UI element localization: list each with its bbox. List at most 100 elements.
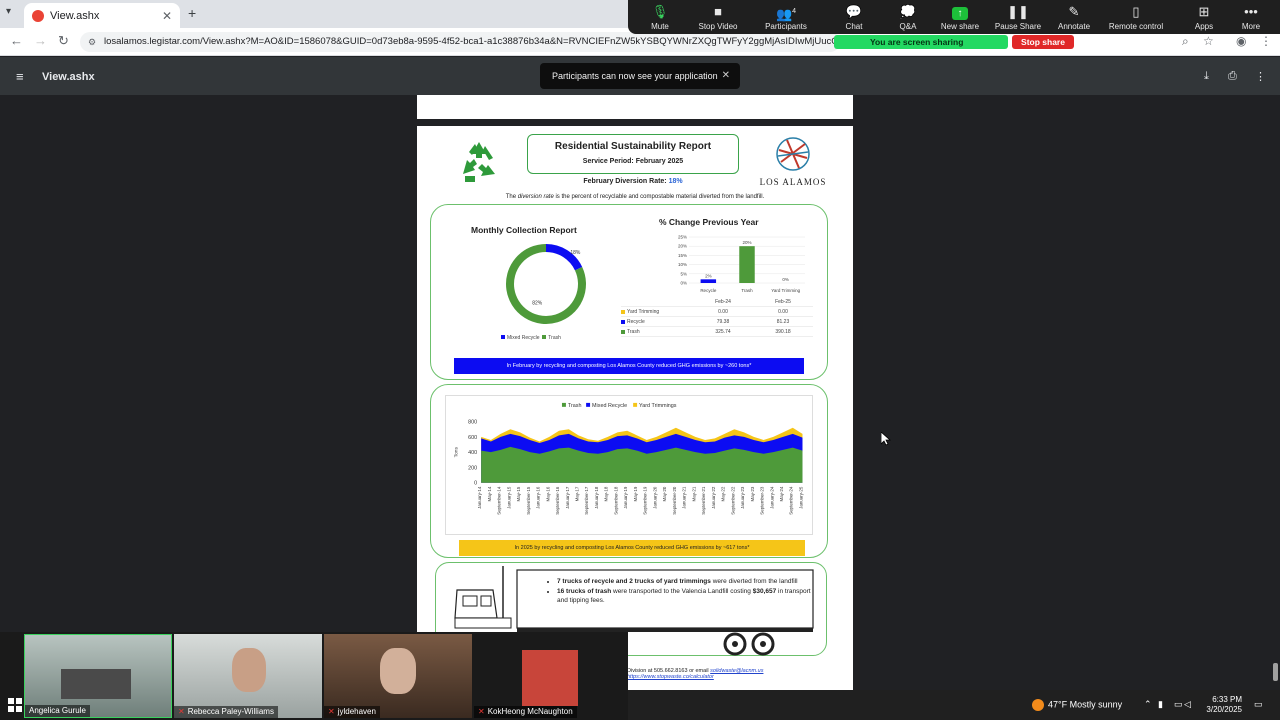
- x-tick-label: May-24: [779, 486, 784, 501]
- ghg-2025-banner: In 2025 by recycling and composting Los …: [459, 540, 805, 556]
- x-tick-label: May-15: [516, 486, 521, 501]
- scrollbar-thumb[interactable]: [1273, 663, 1278, 681]
- mouse-cursor-icon: [881, 432, 891, 446]
- pdf-more-icon[interactable]: ⋮: [1255, 70, 1266, 83]
- video-tile[interactable]: ✕ jyldehaven: [324, 634, 472, 718]
- forward-icon[interactable]: →: [34, 33, 47, 48]
- x-tick-label: May-18: [604, 486, 609, 501]
- table-header-row: Feb-24 Feb-25: [621, 297, 813, 307]
- browser-menu-icon[interactable]: ⋮: [1260, 34, 1272, 48]
- windows-taskbar: 47°F Mostly sunny ⌃ ▮ ▭ ◁ 6:33 PM 3/20/20…: [628, 690, 1280, 720]
- tab-search-icon[interactable]: ▾: [6, 6, 11, 17]
- y-tick-label: 200: [468, 465, 477, 471]
- stop-share-button[interactable]: Stop share: [1012, 35, 1074, 49]
- video-tile[interactable]: ✕ KokHeong McNaughton: [474, 634, 622, 718]
- mute-button[interactable]: 🎙 Mute: [628, 2, 692, 31]
- zoom-page-icon[interactable]: ⌕: [1182, 34, 1189, 49]
- diversion-rate-label: February Diversion Rate:: [583, 178, 667, 185]
- list-item: 16 trucks of trash were transported to t…: [557, 588, 813, 605]
- x-tick-label: September-19: [643, 486, 648, 515]
- participants-count: 4: [792, 8, 797, 15]
- x-tick-label: May-16: [545, 486, 550, 501]
- y-tick-label: 15%: [678, 253, 687, 258]
- y-tick-label: 600: [468, 435, 477, 441]
- video-tile[interactable]: Angelica Gurule: [24, 634, 172, 718]
- participants-button[interactable]: 👥4 Participants: [754, 2, 818, 31]
- url-text: losalamos.legistar.com/View.ashx?M=AO&ID…: [104, 36, 840, 47]
- legend-swatch: [586, 402, 591, 407]
- new-tab-icon[interactable]: +: [188, 5, 196, 21]
- los-alamos-emblem-icon: [776, 137, 810, 171]
- pdf-scrollbar[interactable]: [1270, 95, 1280, 690]
- x-tick-label: September-22: [730, 486, 735, 515]
- email-link[interactable]: solidwaste@lacnm.us: [710, 668, 763, 674]
- stop-video-button[interactable]: ■ Stop Video: [686, 2, 750, 31]
- bookmark-star-icon[interactable]: ☆: [1203, 34, 1214, 48]
- screen-sharing-indicator[interactable]: You are screen sharing: [834, 35, 1008, 49]
- reload-icon[interactable]: ↻: [58, 33, 69, 49]
- muted-mic-icon: ✕: [478, 707, 485, 716]
- zoom-video-gallery: Angelica Gurule ✕ Rebecca Paley-Williams …: [0, 632, 628, 720]
- more-button[interactable]: ••• More: [1222, 2, 1280, 31]
- x-tick-label: January-19: [623, 486, 628, 509]
- microphone-tray-icon[interactable]: ▮: [1158, 699, 1163, 710]
- zoom-share-toast: Participants can now see your applicatio…: [540, 63, 740, 89]
- stop-share-label: Stop share: [1021, 37, 1065, 47]
- video-scene: [380, 648, 416, 694]
- monthly-collection-title: Monthly Collection Report: [471, 225, 577, 235]
- bar-data-label: 0%: [782, 277, 789, 282]
- truck-summary: 7 trucks of recycle and 2 trucks of yard…: [543, 578, 813, 607]
- video-scene: [232, 648, 266, 692]
- x-tick-label: January-17: [565, 486, 570, 509]
- pause-share-button[interactable]: ❚❚ Pause Share: [986, 2, 1050, 31]
- y-tick-label: 400: [468, 450, 477, 456]
- windows-start-icon[interactable]: [8, 698, 22, 712]
- x-tick-label: Trash: [741, 288, 753, 293]
- table-row: Trash 325.74 390.18: [621, 327, 813, 337]
- tonnage-area-chart: Trash Mixed Recycle Yard Trimmings 0 200 400 6…: [445, 395, 813, 535]
- pct-change-bar-chart: 0% 5% 10% 15% 20% 25% 2% Recycle 20% Trash 0% Yard …: [678, 235, 805, 293]
- service-period: Service Period: February 2025: [582, 158, 684, 165]
- x-tick-label: January-23: [740, 486, 745, 509]
- annotate-button[interactable]: ✎ Annotate: [1042, 2, 1106, 31]
- toast-close-icon[interactable]: ✕: [722, 63, 730, 89]
- zoom-meeting-controls: 🎙 Mute ■ Stop Video 👥4 Participants 💬 Chat 💭…: [628, 0, 1280, 34]
- network-icon[interactable]: ▭: [1174, 699, 1183, 710]
- swatch-yard: [621, 309, 625, 314]
- print-icon[interactable]: ⎙: [1228, 70, 1237, 83]
- tab-title: View.ashx: [50, 9, 100, 22]
- legend-label: Mixed Recycle: [592, 403, 627, 409]
- x-tick-label: September-24: [789, 486, 794, 515]
- x-tick-label: May-14: [487, 486, 492, 501]
- x-tick-label: January-18: [594, 486, 599, 509]
- y-tick-label: 0: [474, 481, 477, 487]
- x-tick-label: September-20: [672, 486, 677, 515]
- calculator-link[interactable]: https://www.stopwaste.co/calculator: [627, 674, 714, 680]
- ghg-february-banner: In February by recycling and composting …: [454, 358, 804, 374]
- address-bar[interactable]: ⚙ losalamos.legistar.com/View.ashx?M=AO&…: [80, 32, 840, 52]
- x-tick-label: May-19: [633, 486, 638, 501]
- download-icon[interactable]: ⤓: [1204, 70, 1209, 83]
- tab-close-icon[interactable]: ✕: [162, 9, 172, 23]
- video-tile[interactable]: ✕ Rebecca Paley-Williams: [174, 634, 322, 718]
- site-info-icon[interactable]: ⚙: [88, 32, 96, 52]
- new-share-button[interactable]: ↑ New share: [928, 2, 992, 31]
- weather-widget[interactable]: 47°F Mostly sunny: [1032, 699, 1122, 711]
- clock[interactable]: 6:33 PM 3/20/2025: [1194, 695, 1242, 715]
- donut-label: 82%: [532, 301, 543, 307]
- tray-chevron-icon[interactable]: ⌃: [1144, 699, 1152, 710]
- report-title: Residential Sustainability Report: [554, 141, 712, 152]
- collection-table: Feb-24 Feb-25 Yard Trimming 0.00 0.00 Re…: [621, 297, 813, 337]
- microphone-icon: 🎙: [651, 4, 669, 19]
- x-tick-label: September-18: [613, 486, 618, 515]
- notifications-icon[interactable]: ▭: [1254, 699, 1263, 710]
- donut-label: 18%: [570, 250, 581, 256]
- pdf-menu-icon[interactable]: ≡: [16, 69, 24, 84]
- back-icon[interactable]: ←: [10, 33, 23, 48]
- browser-tab-active[interactable]: View.ashx ✕: [24, 3, 180, 28]
- swatch-recycle: [621, 319, 625, 324]
- tab-favicon-icon: [32, 9, 44, 22]
- profile-icon[interactable]: ◉: [1236, 34, 1246, 48]
- remote-control-button[interactable]: ▯ Remote control: [1104, 2, 1168, 31]
- volume-icon[interactable]: ◁: [1184, 699, 1191, 710]
